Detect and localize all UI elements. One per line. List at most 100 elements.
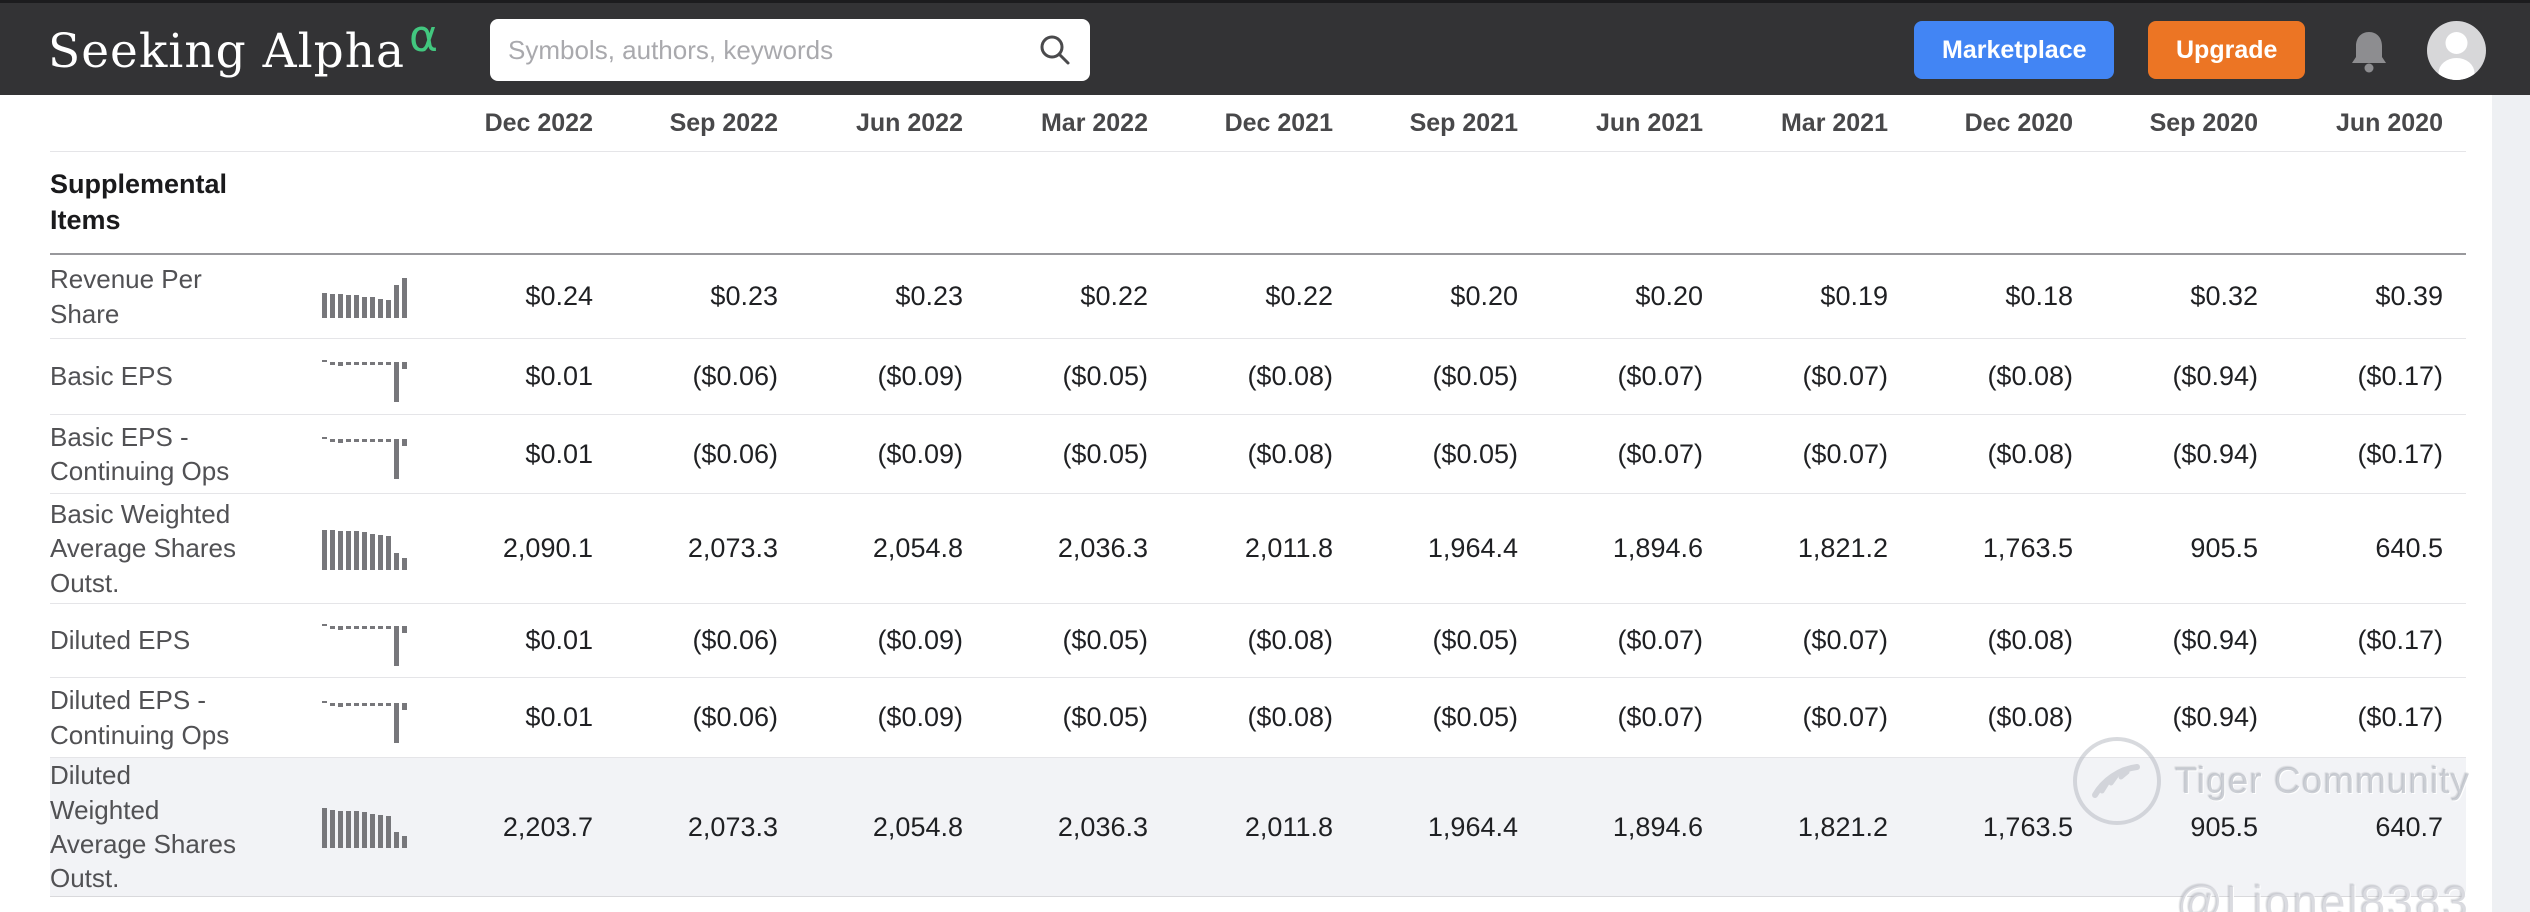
cell-value: ($0.06) — [692, 702, 778, 732]
spark-bar — [354, 361, 359, 365]
sparkline — [322, 520, 420, 578]
cell-value: ($0.17) — [2357, 702, 2443, 732]
spark-bar — [370, 702, 375, 706]
spark-bar — [346, 361, 351, 365]
spark-bar — [362, 702, 367, 706]
cell-value: 2,203.7 — [502, 811, 593, 842]
cell-value: ($0.94) — [2172, 625, 2258, 655]
cell-value: 2,054.8 — [872, 811, 963, 842]
spark-bar — [362, 625, 367, 629]
table-row: Basic Weighted Average Shares Outst. 2,09… — [50, 494, 2466, 604]
spark-bar — [386, 816, 391, 848]
spark-bar — [394, 284, 399, 318]
marketplace-button[interactable]: Marketplace — [1914, 21, 2114, 79]
spark-bar — [386, 702, 391, 706]
table-row: Basic EPS $0.01 ($0.06) ($0.09) ($0.05) ($0.0… — [50, 339, 2466, 415]
cell-value: $0.18 — [2005, 281, 2073, 311]
cell-value: 1,821.2 — [1797, 533, 1888, 563]
cell-value: ($0.07) — [1802, 438, 1888, 469]
user-avatar[interactable] — [2427, 21, 2486, 80]
cell-value: ($0.08) — [1247, 625, 1333, 655]
spark-bar — [386, 625, 391, 629]
spark-bar — [338, 702, 343, 707]
spark-bar — [338, 439, 343, 443]
spark-bar — [322, 359, 327, 362]
row-label: Revenue Per Share — [50, 264, 202, 329]
cell-value: ($0.05) — [1062, 702, 1148, 732]
cell-value: ($0.08) — [1247, 361, 1333, 391]
row-label: Diluted EPS - Continuing Ops — [50, 685, 230, 750]
notifications-bell-icon[interactable] — [2348, 29, 2390, 75]
spark-bar — [402, 836, 407, 848]
spark-bar — [330, 529, 335, 570]
spark-bar — [394, 361, 399, 402]
cell-value: $0.22 — [1080, 281, 1148, 311]
spark-bar — [338, 530, 343, 570]
spark-bar — [402, 557, 407, 570]
alpha-icon: α — [409, 11, 439, 62]
cell-value: 2,090.1 — [502, 533, 593, 563]
spark-bar — [330, 439, 335, 442]
cell-value: $0.24 — [525, 281, 593, 311]
cell-value: ($0.05) — [1062, 361, 1148, 391]
row-label: Basic Weighted Average Shares Outst. — [50, 499, 236, 598]
cell-value: 2,073.3 — [687, 533, 778, 563]
cell-value: 2,036.3 — [1057, 533, 1148, 563]
cell-value: 1,964.4 — [1427, 533, 1518, 563]
cell-value: ($0.17) — [2357, 438, 2443, 469]
column-header-jun-2020: Jun 2020 — [2335, 108, 2443, 137]
table-row: Diluted Weighted Average Shares Outst. 2,… — [50, 758, 2466, 897]
column-header-dec-2020: Dec 2020 — [1964, 108, 2073, 137]
spark-bar — [354, 294, 359, 318]
sparkline — [322, 798, 420, 856]
spark-bar — [402, 277, 407, 318]
seeking-alpha-logo[interactable]: Seeking Alpha α — [48, 11, 439, 87]
sparkline — [322, 689, 420, 747]
upgrade-button[interactable]: Upgrade — [2148, 21, 2305, 79]
column-header-dec-2022: Dec 2022 — [484, 108, 593, 137]
logo-text: Seeking Alpha — [48, 24, 405, 79]
scrollbar-gutter[interactable] — [2492, 95, 2530, 912]
spark-bar — [322, 808, 327, 848]
cell-value: 640.7 — [2375, 811, 2443, 842]
cell-value: 2,073.3 — [687, 811, 778, 842]
cell-value: ($0.06) — [692, 625, 778, 655]
cell-value: ($0.08) — [1987, 438, 2073, 469]
spark-bar — [346, 702, 351, 706]
cell-value: 1,964.4 — [1427, 811, 1518, 842]
spark-bar — [346, 811, 351, 848]
spark-bar — [330, 361, 335, 365]
search-icon[interactable] — [1038, 33, 1072, 67]
spark-bar — [378, 815, 383, 848]
spark-bar — [402, 702, 407, 710]
column-header-sep-2021: Sep 2021 — [1409, 108, 1518, 137]
cell-value: 2,036.3 — [1057, 811, 1148, 842]
spark-bar — [378, 702, 383, 706]
spark-bar — [354, 439, 359, 442]
cell-value: 1,763.5 — [1982, 811, 2073, 842]
spark-bar — [370, 361, 375, 365]
cell-value: $0.20 — [1450, 281, 1518, 311]
spark-bar — [378, 439, 383, 442]
financials-table: Dec 2022 Sep 2022 Jun 2022 Mar 2022 Dec 2021… — [50, 95, 2466, 897]
cell-value: ($0.17) — [2357, 361, 2443, 391]
cell-value: ($0.08) — [1987, 625, 2073, 655]
spark-bar — [394, 552, 399, 570]
spark-bar — [386, 535, 391, 570]
search-input[interactable] — [508, 34, 1038, 66]
cell-value: $0.23 — [710, 281, 778, 311]
spark-bar — [370, 296, 375, 318]
cell-value: ($0.05) — [1432, 438, 1518, 469]
cell-value: 1,821.2 — [1797, 811, 1888, 842]
spark-bar — [354, 702, 359, 706]
spark-bar — [394, 439, 399, 479]
cell-value: ($0.05) — [1432, 702, 1518, 732]
spark-bar — [330, 293, 335, 318]
table-row: Diluted EPS $0.01 ($0.06) ($0.09) ($0.05) ($0… — [50, 604, 2466, 678]
sparkline — [322, 612, 420, 670]
cell-value: ($0.17) — [2357, 625, 2443, 655]
cell-value: ($0.07) — [1802, 361, 1888, 391]
column-header-sep-2020: Sep 2020 — [2149, 108, 2258, 137]
cell-value: $0.01 — [525, 702, 593, 732]
cell-value: ($0.05) — [1432, 361, 1518, 391]
